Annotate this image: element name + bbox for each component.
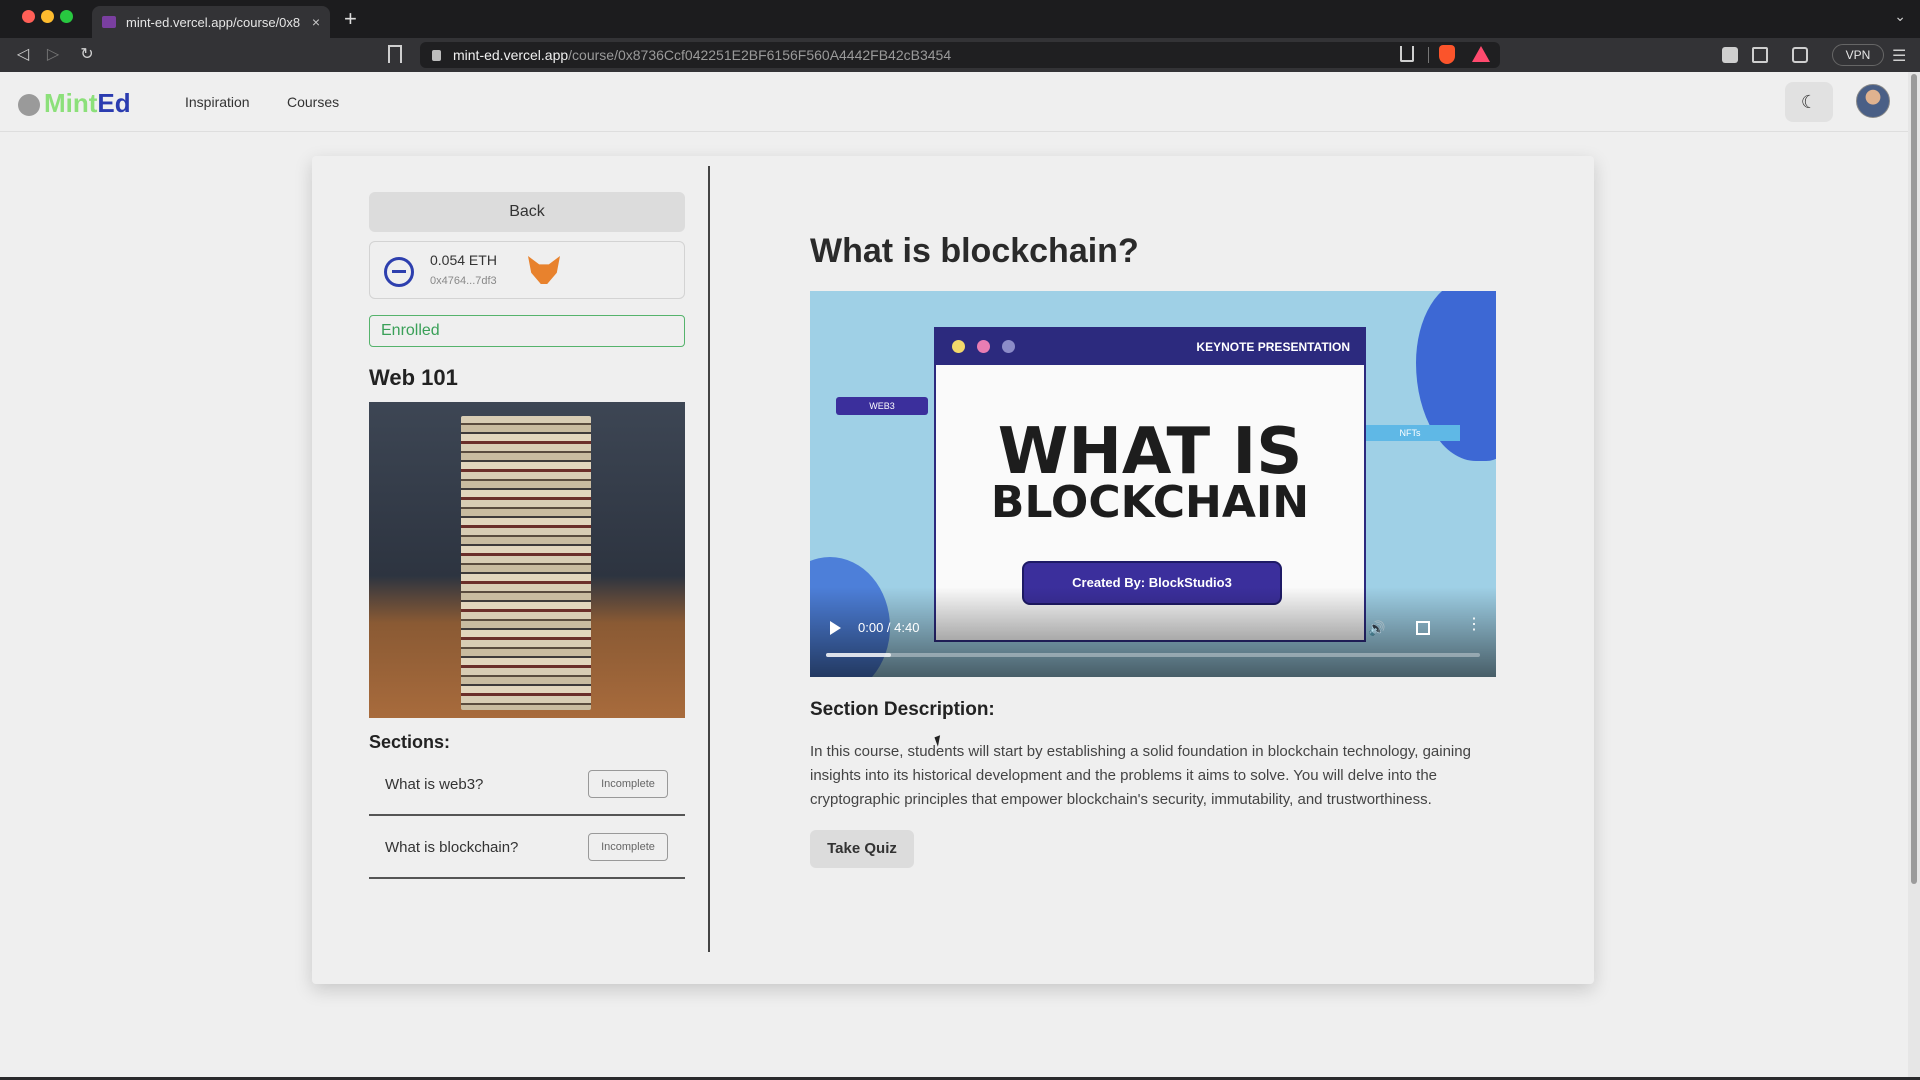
back-arrow-icon[interactable]: ◁ <box>12 44 34 66</box>
brave-shields-icon[interactable] <box>1439 45 1455 64</box>
play-icon[interactable] <box>830 621 841 635</box>
page-title: What is blockchain? <box>810 232 1139 270</box>
bookmark-icon[interactable] <box>388 45 402 63</box>
section-content: What is blockchain? WEB3 NFTs KEYNOTE PR… <box>810 232 1500 868</box>
nfts-tag: NFTs <box>1360 425 1460 441</box>
video-time: 0:00 / 4:40 <box>858 620 920 635</box>
course-sidebar: Back 0.054 ETH 0x4764...7df3 Enrolled We… <box>369 192 685 879</box>
wallet-info[interactable]: 0.054 ETH 0x4764...7df3 <box>369 241 685 299</box>
site-header: MintEd Inspiration Courses ☾ <box>0 72 1908 132</box>
close-tab-icon[interactable]: × <box>312 14 320 30</box>
more-options-icon[interactable]: ⋮ <box>1466 617 1482 633</box>
theme-toggle-moon-icon[interactable]: ☾ <box>1785 82 1833 122</box>
slide-title-bar: KEYNOTE PRESENTATION <box>936 329 1364 365</box>
slide-dot <box>952 340 965 353</box>
section-item-web3[interactable]: What is web3? Incomplete <box>369 753 685 816</box>
description-heading: Section Description: <box>810 699 995 720</box>
logo-ed-text: Ed <box>97 88 131 118</box>
tab-list-chevron-icon[interactable]: ⌄ <box>1894 8 1906 25</box>
card-divider <box>708 166 710 952</box>
site-favicon-icon <box>102 16 116 28</box>
forward-arrow-icon[interactable]: ▷ <box>42 44 64 66</box>
section-description: In this course, students will start by e… <box>810 743 1471 808</box>
tab-title: mint-ed.vercel.app/course/0x8 <box>126 14 301 30</box>
fullscreen-icon[interactable] <box>1416 621 1430 635</box>
ethereum-icon <box>384 257 414 287</box>
eth-balance: 0.054 ETH <box>430 252 497 268</box>
browser-tab-bar: mint-ed.vercel.app/course/0x8 × + ⌄ <box>0 0 1920 38</box>
volume-icon[interactable]: 🔊 <box>1368 621 1385 635</box>
slide-dot <box>977 340 990 353</box>
back-button[interactable]: Back <box>369 192 685 232</box>
sidebar-toggle-icon[interactable] <box>1752 47 1768 63</box>
slide-heading-line2: BLOCKCHAIN <box>990 477 1310 528</box>
reload-icon[interactable]: ↻ <box>76 44 98 66</box>
new-tab-button[interactable]: + <box>344 6 357 32</box>
wallet-address: 0x4764...7df3 <box>430 275 497 287</box>
keynote-label: KEYNOTE PRESENTATION <box>1196 340 1350 354</box>
url-path: /course/0x8736Ccf042251E2BF6156F560A4442… <box>568 47 952 63</box>
nav-courses[interactable]: Courses <box>287 94 339 110</box>
vpn-button[interactable]: VPN <box>1832 44 1884 66</box>
course-title: Web 101 <box>369 365 458 390</box>
scrollbar-thumb[interactable] <box>1911 74 1917 884</box>
course-card: Back 0.054 ETH 0x4764...7df3 Enrolled We… <box>312 156 1594 984</box>
video-progress-bar[interactable] <box>826 653 1480 657</box>
course-cover-image <box>369 402 685 718</box>
take-quiz-button[interactable]: Take Quiz <box>810 830 914 868</box>
minimize-window-button[interactable] <box>41 10 54 23</box>
close-window-button[interactable] <box>22 10 35 23</box>
section-item-blockchain[interactable]: What is blockchain? Incomplete <box>369 816 685 879</box>
url-host: mint-ed.vercel.app <box>453 47 569 63</box>
book-stack-image <box>461 416 591 710</box>
page-scrollbar[interactable] <box>1908 72 1920 1077</box>
logo-mint-text: Mint <box>44 88 98 118</box>
avatar[interactable] <box>1856 84 1890 118</box>
metamask-fox-icon <box>528 256 560 284</box>
video-buffer-fill <box>826 653 892 657</box>
section-title: What is web3? <box>385 776 484 793</box>
nav-inspiration[interactable]: Inspiration <box>185 94 250 110</box>
logo-mark-icon <box>18 94 40 116</box>
maximize-window-button[interactable] <box>60 10 73 23</box>
toolbar-divider <box>1428 47 1429 63</box>
extensions-icon[interactable] <box>1722 47 1738 63</box>
lock-icon <box>432 49 441 61</box>
sections-heading: Sections: <box>369 732 451 752</box>
enrolled-badge: Enrolled <box>369 315 685 347</box>
video-player[interactable]: WEB3 NFTs KEYNOTE PRESENTATION WHAT IS B… <box>810 291 1496 677</box>
browser-tab-active[interactable]: mint-ed.vercel.app/course/0x8 × <box>92 6 330 38</box>
browser-toolbar: ◁ ▷ ↻ mint-ed.vercel.app /course/0x8736C… <box>0 38 1920 72</box>
section-title: What is blockchain? <box>385 839 519 856</box>
status-badge: Incomplete <box>588 770 668 798</box>
share-icon[interactable] <box>1400 46 1414 62</box>
web-page: MintEd Inspiration Courses ☾ Back 0.054 … <box>0 72 1908 1077</box>
browser-menu-icon[interactable]: ☰ <box>1892 46 1906 66</box>
brave-rewards-icon[interactable] <box>1472 46 1490 62</box>
wallet-icon[interactable] <box>1792 47 1808 63</box>
web3-tag: WEB3 <box>836 397 928 415</box>
slide-dot <box>1002 340 1015 353</box>
status-badge: Incomplete <box>588 833 668 861</box>
address-bar[interactable]: mint-ed.vercel.app /course/0x8736Ccf0422… <box>420 42 1500 68</box>
site-logo[interactable]: MintEd <box>44 88 131 119</box>
